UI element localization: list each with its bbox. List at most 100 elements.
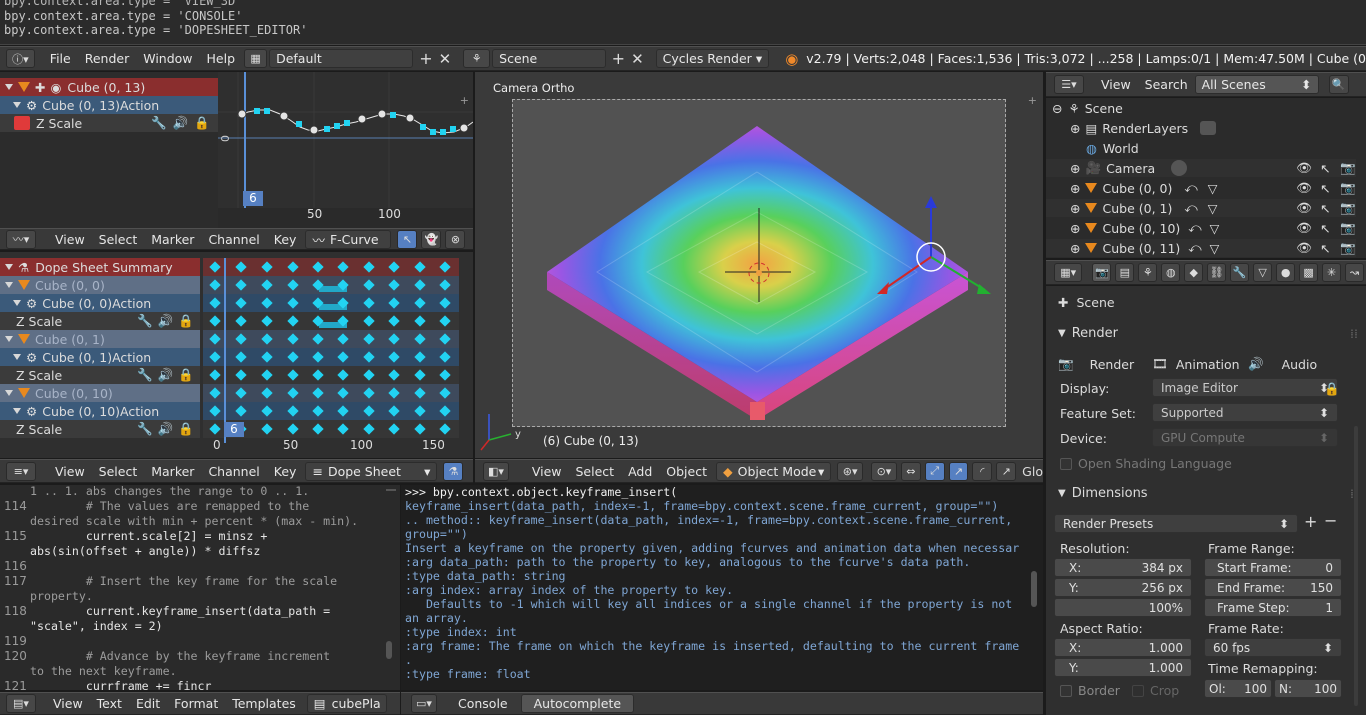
transform-orientation-label[interactable]: Glo [1022,464,1043,479]
expand-icon[interactable] [13,300,21,306]
text-editor[interactable]: 1 .. 1. abs changes the range to 0 .. 1.… [0,485,400,690]
expand-icon[interactable] [5,264,13,270]
code-line[interactable]: 117 # Insert the key frame for the scale [0,574,380,589]
lock-icon[interactable]: 🔒 [178,421,194,437]
expand-icon[interactable]: ⊕ [1070,221,1080,236]
channel-object[interactable]: ✚ ◉ Cube (0, 13) [0,78,218,96]
code-line[interactable]: 114 # The values are remapped to the [0,499,380,514]
menu-channel[interactable]: Channel [201,461,266,481]
checkbox-icon[interactable] [1060,457,1072,470]
collapse-icon[interactable]: ▼ [1058,488,1066,499]
python-console[interactable]: >>> bpy.context.object.keyframe_insert(k… [401,485,1043,690]
data-tab-icon[interactable]: ▽ [1253,263,1273,282]
channel-fcurve[interactable]: Z Scale 🔧 🔊 🔒 [0,114,218,132]
time-remap-old-field[interactable]: Ol: 100 [1204,679,1272,698]
render-icon[interactable]: 📷 [1340,200,1356,216]
feature-set-selector[interactable]: Supported ⬍ [1152,403,1338,422]
audio-button[interactable]: 🔊 Audio [1248,354,1348,374]
start-frame-field[interactable]: Start Frame: 0 [1204,558,1342,577]
channel-object[interactable]: Cube (0, 1) [0,330,200,348]
action-link-icon[interactable]: ⤺ [1184,200,1197,216]
animation-button[interactable]: 🎞 Animation [1152,354,1252,374]
ghost-icon[interactable]: 👻 [421,229,442,249]
renderlayer-link-icon[interactable] [1200,121,1217,135]
camera-data-icon[interactable] [1171,160,1188,176]
menu-marker[interactable]: Marker [144,461,201,481]
mesh-data-icon[interactable]: ▽ [1210,221,1220,236]
menu-view[interactable]: View [1094,75,1138,95]
console-line[interactable]: Defaults to -1 which will key all indice… [405,597,1012,611]
action-link-icon[interactable]: ⤺ [1188,220,1201,236]
code-line[interactable]: property. [0,589,380,604]
render-tab-icon[interactable]: 📷 [1092,263,1112,282]
expand-icon[interactable] [5,282,13,288]
lock-icon[interactable]: 🔒 [178,313,194,329]
outliner-item-object[interactable]: ⊕ Cube (0, 10) ⤺ ▽ 👁 ↖ 📷 [1046,219,1356,237]
scene-selector[interactable]: Scene [492,49,606,68]
expand-icon[interactable] [5,390,13,396]
channel-action[interactable]: ⚙ Cube (0, 10)Action [0,402,200,420]
channel-action[interactable]: ⚙ Cube (0, 13)Action [0,96,218,114]
menu-console[interactable]: Console [451,694,515,714]
outliner-item-object[interactable]: ⊕ Cube (0, 0) ⤺ ▽ 👁 ↖ 📷 [1046,179,1356,197]
eye-icon[interactable]: 👁 [1296,160,1312,176]
select-icon[interactable]: ↖ [1320,241,1330,256]
expand-icon[interactable]: ⊕ [1070,161,1080,176]
menu-edit[interactable]: Edit [129,694,167,714]
viewport-editor-type-button[interactable]: ◧▾ [483,461,509,481]
summary-toggle-icon[interactable]: ⚗ [443,461,464,481]
console-line[interactable]: :type data_path: string [405,569,566,583]
console-line[interactable]: an array. [405,611,468,625]
menu-key[interactable]: Key [267,229,304,249]
console-line[interactable]: keyframe_insert(data_path, index=-1, fra… [405,499,998,513]
particles-tab-icon[interactable]: ✳ [1322,263,1342,282]
menu-key[interactable]: Key [267,461,304,481]
physics-tab-icon[interactable]: ↝ [1345,263,1365,282]
render-icon[interactable]: 📷 [1340,180,1356,196]
outliner-item-world[interactable]: ◍ World [1046,139,1356,157]
code-line[interactable]: "scale", index = 2) [0,619,380,634]
add-preset-icon[interactable]: + [1304,512,1317,531]
resolution-x-field[interactable]: X: 384 px [1054,558,1192,577]
add-scene-icon[interactable]: + [612,49,625,68]
console-line[interactable]: :type index: int [405,625,517,639]
channel-fcurve[interactable]: Z Scale 🔧 🔊 🔒 [0,312,200,330]
menu-channel[interactable]: Channel [201,229,266,249]
info-editor-type-button[interactable]: ⓘ▾ [6,49,35,68]
time-remap-new-field[interactable]: N: 100 [1274,679,1342,698]
lock-icon[interactable]: 🔒 [194,115,210,131]
graph-mode-selector[interactable]: 〰 F-Curve [305,229,392,249]
eye-icon[interactable]: 👁 [1296,200,1312,216]
code-line[interactable]: desired scale with min + percent * (max … [0,514,380,529]
dopesheet-keyframe-area[interactable]: 6 0 50 100 150 [203,258,459,458]
expand-icon[interactable]: ⊕ [1070,241,1080,256]
menu-format[interactable]: Format [167,694,225,714]
checkbox-icon[interactable] [1060,684,1072,697]
code-line[interactable]: 119 [0,634,380,649]
code-line[interactable]: 116 [0,559,380,574]
channel-fcurve[interactable]: Z Scale 🔧 🔊 🔒 [0,366,200,384]
layout-icon[interactable]: ▦ [244,49,268,68]
render-button[interactable]: 📷 Render [1058,354,1154,374]
expand-icon[interactable] [13,408,21,414]
eye-icon[interactable]: 👁 [1296,240,1312,256]
eye-icon[interactable]: 👁 [1296,220,1312,236]
properties-scrollbar[interactable] [1354,426,1358,706]
display-selector[interactable]: Image Editor ⬍ [1152,378,1338,397]
menu-object[interactable]: Object [659,461,714,481]
action-link-icon[interactable]: ⤺ [1188,240,1201,256]
collapse-icon[interactable]: ⊖ [1052,101,1062,116]
menu-window[interactable]: Window [136,49,199,69]
interaction-mode-selector[interactable]: ◆ Object Mode ▾ [715,461,832,481]
mute-icon[interactable]: 🔊 [158,367,174,383]
rotate-manipulator-icon[interactable]: ↗ [948,461,969,481]
dopesheet-mode-selector[interactable]: ≡ Dope Sheet ▾ [305,461,438,481]
console-line[interactable]: :arg index: array index of the property … [405,583,733,597]
translate-manipulator-icon[interactable]: ⤢ [924,461,945,481]
checkbox-icon[interactable] [1132,684,1144,697]
render-layers-tab-icon[interactable]: ▤ [1115,263,1135,282]
outliner-item-object[interactable]: ⊕ Cube (0, 11) ⤺ ▽ 👁 ↖ 📷 [1046,239,1356,257]
console-line[interactable]: :arg data_path: path to the property to … [405,555,970,569]
device-selector[interactable]: GPU Compute ⬍ [1152,428,1338,447]
resolution-percentage-field[interactable]: 100% [1054,598,1192,617]
